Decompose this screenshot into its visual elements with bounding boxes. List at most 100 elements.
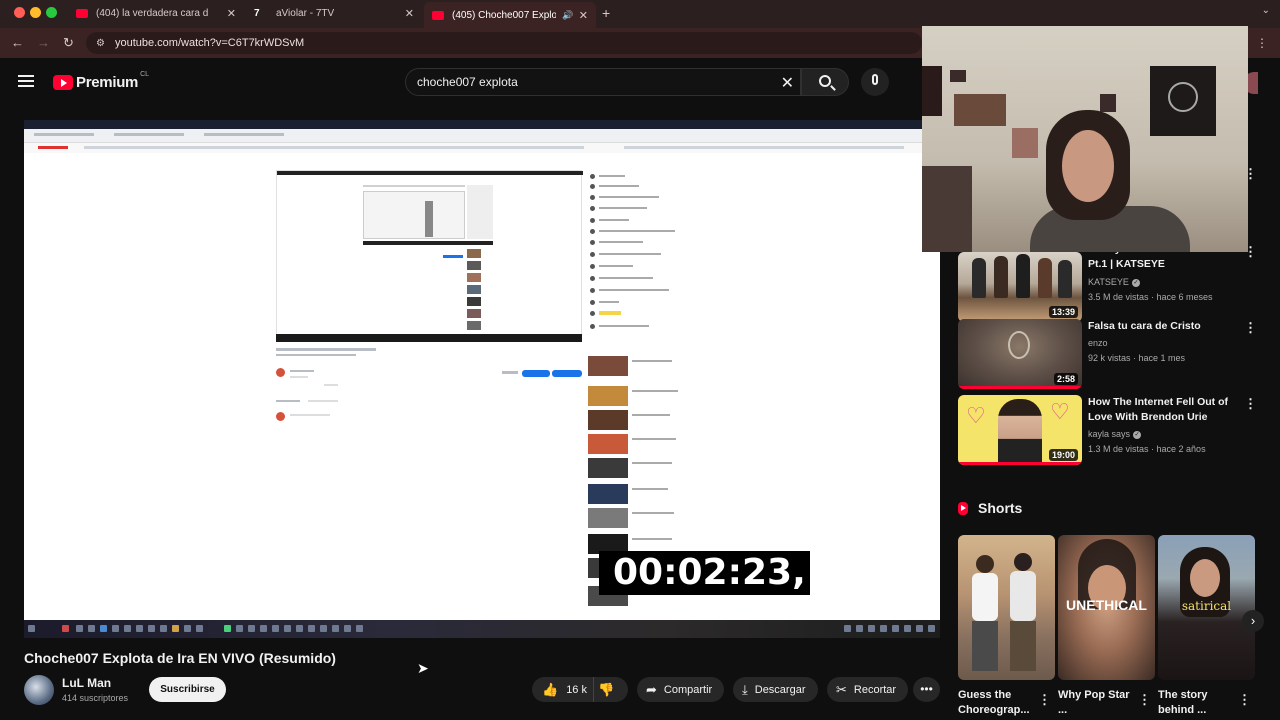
- recommended-video[interactable]: 2:58 Falsa tu cara de Cristo enzo 92 k v…: [958, 319, 1258, 389]
- video-thumbnail[interactable]: ♡ ♡ 19:00: [958, 395, 1082, 465]
- tab-search-chevron-icon[interactable]: ⌄: [1262, 5, 1270, 16]
- tab-label: (405) Choche007 Explota: [452, 9, 556, 21]
- short-thumbnail[interactable]: UNETHICAL: [1058, 535, 1155, 680]
- new-tab-icon[interactable]: +: [602, 5, 610, 21]
- short-title[interactable]: Guess the Choreograp...: [958, 688, 1038, 718]
- channel-label: kayla says: [1088, 429, 1131, 439]
- browser-menu-icon[interactable]: ⋮: [1256, 36, 1268, 50]
- recommended-video[interactable]: ♡ ♡ 19:00 How The Internet Fell Out of L…: [958, 395, 1258, 465]
- forward-arrow-icon[interactable]: →: [37, 35, 50, 50]
- browser-tab-bar: (404) la verdadera cara d ✕ 7 aViolar - …: [0, 0, 1280, 28]
- window-close-button[interactable]: [14, 7, 25, 18]
- youtube-play-logo-icon: [53, 75, 73, 90]
- video-channel[interactable]: kayla says ✓: [1088, 429, 1142, 439]
- like-dislike-group: 👍 16 k 👎: [532, 677, 628, 702]
- short-overlay-text: UNETHICAL: [1066, 597, 1147, 613]
- like-button[interactable]: 👍 16 k: [532, 677, 594, 702]
- url-text: youtube.com/watch?v=C6T7krWDSvM: [114, 37, 305, 49]
- dislike-button[interactable]: 👎: [598, 677, 628, 702]
- webcam-overlay: [922, 26, 1248, 252]
- download-icon: ⤓: [742, 681, 748, 697]
- video-title: Choche007 Explota de Ira EN VIVO (Resumi…: [24, 650, 336, 666]
- region-code: CL: [140, 71, 150, 78]
- tab-close-icon[interactable]: ✕: [227, 7, 236, 20]
- window-minimize-button[interactable]: [30, 7, 41, 18]
- captured-inner-video: [276, 170, 583, 342]
- window-zoom-button[interactable]: [46, 7, 57, 18]
- video-title[interactable]: How The Internet Fell Out of Love With B…: [1088, 395, 1238, 425]
- 7tv-favicon-icon: 7: [254, 7, 260, 19]
- short-title[interactable]: The story behind ...: [1158, 688, 1238, 718]
- captured-bookmarks-bar: [24, 143, 940, 153]
- video-duration: 2:58: [1053, 373, 1078, 385]
- video-channel[interactable]: enzo: [1088, 338, 1108, 348]
- search-icon: [819, 75, 831, 87]
- video-thumbnail[interactable]: 2:58: [958, 319, 1082, 389]
- more-options-icon[interactable]: ⋮: [1038, 692, 1051, 708]
- captured-browser-tabs: [24, 129, 940, 143]
- video-meta: 1.3 M de vistas · hace 2 años: [1088, 444, 1206, 454]
- verified-check-icon: ✓: [1131, 278, 1140, 287]
- shorts-icon: [958, 501, 968, 515]
- video-meta: 3.5 M de vistas · hace 6 meses: [1088, 292, 1213, 302]
- channel-label: KATSEYE: [1088, 277, 1129, 287]
- video-title[interactable]: Falsa tu cara de Cristo: [1088, 319, 1238, 334]
- youtube-premium-logo[interactable]: Premium CL: [53, 71, 150, 91]
- voice-search-button[interactable]: [861, 68, 889, 96]
- back-arrow-icon[interactable]: ←: [11, 35, 24, 50]
- more-options-icon[interactable]: ⋮: [1238, 692, 1251, 708]
- hamburger-menu-icon[interactable]: [18, 75, 34, 87]
- microphone-icon: [872, 74, 878, 85]
- more-options-icon[interactable]: ⋮: [1138, 692, 1151, 708]
- short-thumbnail[interactable]: satirical: [1158, 535, 1255, 680]
- short-title[interactable]: Why Pop Star ...: [1058, 688, 1138, 718]
- recommended-video[interactable]: 13:39 Charly "Behind The Scenes" Pt.1 | …: [958, 243, 1258, 322]
- youtube-favicon-icon: [432, 10, 444, 20]
- share-button[interactable]: ➦ Compartir: [637, 677, 725, 702]
- tab-close-icon[interactable]: ✕: [579, 9, 588, 22]
- timestamp-overlay: 00:02:23,: [599, 551, 810, 595]
- more-actions-button[interactable]: •••: [913, 677, 940, 702]
- clip-button[interactable]: ✂ Recortar: [827, 677, 909, 702]
- share-label: Compartir: [663, 683, 713, 696]
- search-query: choche007 explota: [417, 75, 518, 89]
- short-overlay-text: satirical: [1181, 599, 1232, 613]
- captured-taskbar: [24, 620, 940, 638]
- video-meta: 92 k vistas · hace 1 mes: [1088, 353, 1186, 363]
- verified-check-icon: ✓: [1133, 430, 1142, 439]
- browser-tab-2[interactable]: 7 aViolar - 7TV ✕: [246, 2, 422, 24]
- channel-name[interactable]: LuL Man: [62, 676, 111, 690]
- tab-close-icon[interactable]: ✕: [405, 7, 414, 20]
- tab-label: aViolar - 7TV: [276, 7, 335, 19]
- reload-icon[interactable]: ↻: [63, 35, 74, 51]
- captured-inner-controls: [276, 334, 582, 342]
- shorts-section-heading: Shorts: [958, 500, 1022, 516]
- short-thumbnail[interactable]: [958, 535, 1055, 680]
- thumbs-down-icon: 👎: [598, 681, 615, 697]
- clip-label: Recortar: [853, 683, 897, 696]
- browser-tab-1[interactable]: (404) la verdadera cara d ✕: [68, 2, 244, 24]
- download-button[interactable]: ⤓ Descargar: [733, 677, 818, 702]
- thumbs-up-icon: 👍: [542, 681, 559, 697]
- logo-text: Premium: [76, 74, 139, 91]
- subscriber-count: 414 suscriptores: [62, 693, 129, 703]
- channel-avatar[interactable]: [24, 675, 54, 705]
- subscribe-button[interactable]: Suscribirse: [149, 677, 226, 702]
- search-button[interactable]: [801, 68, 849, 96]
- youtube-favicon-icon: [76, 8, 88, 18]
- site-settings-icon[interactable]: ⚙: [96, 38, 105, 49]
- video-duration: 13:39: [1048, 306, 1078, 318]
- share-icon: ➦: [646, 681, 657, 697]
- video-channel[interactable]: KATSEYE ✓: [1088, 277, 1140, 287]
- video-thumbnail[interactable]: 13:39: [958, 252, 1082, 322]
- speaker-icon[interactable]: 🔊: [562, 10, 573, 21]
- like-count: 16 k: [566, 683, 587, 696]
- scissors-icon: ✂: [836, 681, 847, 697]
- shorts-next-arrow-icon[interactable]: ›: [1242, 610, 1264, 632]
- browser-tab-3-active[interactable]: (405) Choche007 Explota 🔊 ✕: [424, 2, 596, 28]
- tab-label: (404) la verdadera cara d: [96, 7, 209, 19]
- clear-search-icon[interactable]: ✕: [781, 73, 794, 93]
- video-player[interactable]: 00:02:23,: [24, 120, 940, 638]
- search-input[interactable]: choche007 explota ✕: [405, 68, 801, 96]
- address-bar[interactable]: ⚙ youtube.com/watch?v=C6T7krWDSvM: [86, 32, 922, 54]
